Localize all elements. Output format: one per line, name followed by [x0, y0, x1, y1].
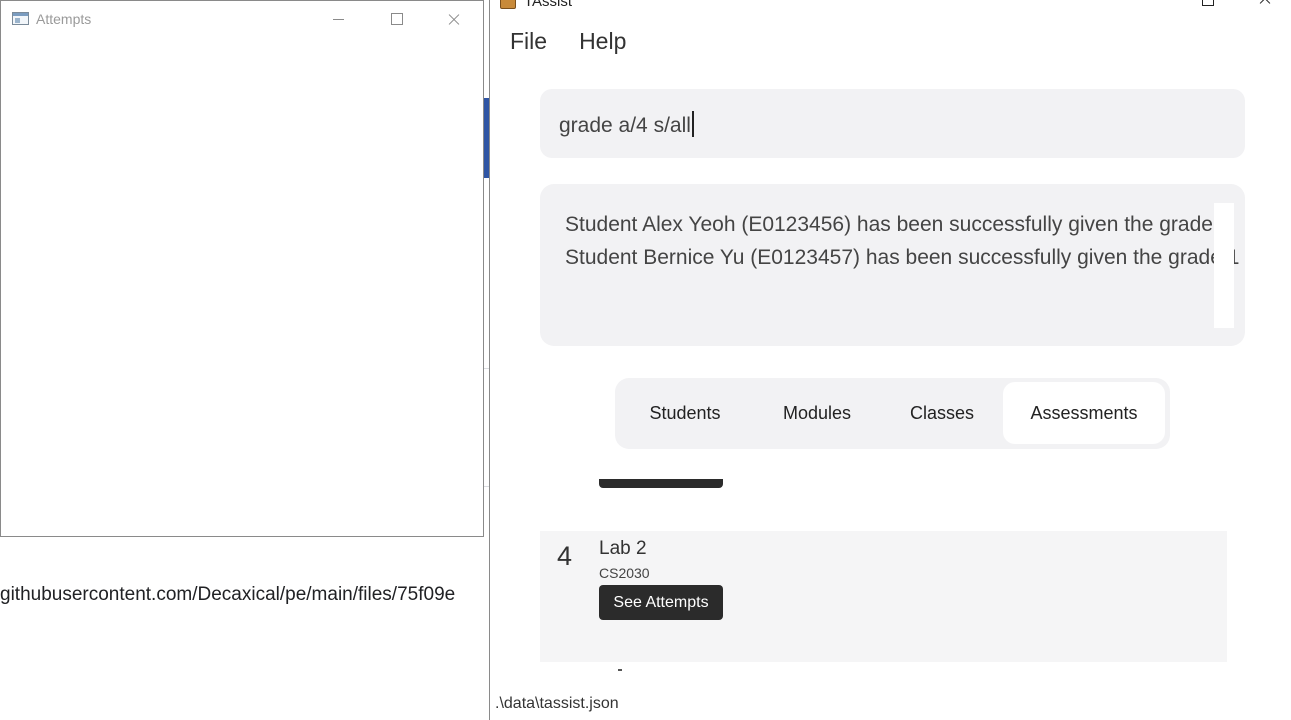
- close-icon[interactable]: [1242, 0, 1288, 12]
- next-card-edge: [618, 669, 622, 671]
- minimize-icon[interactable]: [315, 1, 361, 37]
- assessment-list[interactable]: 4 Lab 2 CS2030 See Attempts: [490, 451, 1291, 671]
- status-bar-path: .\data\tassist.json: [495, 695, 619, 712]
- assessment-card: 4 Lab 2 CS2030 See Attempts: [540, 531, 1227, 662]
- tassist-window: TAssist File Help grade a/4 s/all Student…: [489, 0, 1291, 720]
- tassist-window-title: TAssist: [524, 0, 573, 10]
- result-scrollbar[interactable]: [1214, 203, 1234, 328]
- command-input-text: grade a/4 s/all: [559, 111, 694, 138]
- command-input[interactable]: grade a/4 s/all: [540, 89, 1245, 158]
- menu-help[interactable]: Help: [569, 28, 626, 55]
- background-url-text[interactable]: githubusercontent.com/Decaxical/pe/main/…: [0, 584, 490, 610]
- tab-students[interactable]: Students: [629, 382, 741, 444]
- menu-bar: File Help: [500, 28, 648, 58]
- result-line: Student Bernice Yu (E0123457) has been s…: [565, 246, 1240, 269]
- tab-classes[interactable]: Classes: [895, 382, 989, 444]
- assessment-module: CS2030: [599, 565, 650, 581]
- minimize-icon[interactable]: [1125, 0, 1171, 12]
- tassist-titlebar[interactable]: TAssist: [490, 0, 1291, 12]
- attempts-titlebar[interactable]: Attempts: [1, 1, 483, 37]
- attempts-window-title: Attempts: [36, 11, 92, 27]
- text-caret: [691, 111, 694, 137]
- result-line: Student Alex Yeoh (E0123456) has been su…: [565, 213, 1231, 236]
- tab-assessments[interactable]: Assessments: [1003, 382, 1165, 444]
- assessment-index: 4: [557, 541, 573, 571]
- tassist-app-icon: [500, 0, 516, 9]
- tab-modules[interactable]: Modules: [761, 382, 873, 444]
- result-display: Student Alex Yeoh (E0123456) has been su…: [540, 184, 1245, 346]
- assessment-name: Lab 2: [599, 538, 647, 559]
- maximize-icon[interactable]: [373, 1, 419, 37]
- see-attempts-button[interactable]: See Attempts: [599, 585, 723, 620]
- menu-file[interactable]: File: [500, 28, 547, 55]
- see-attempts-button[interactable]: [599, 479, 723, 488]
- maximize-icon[interactable]: [1184, 0, 1230, 12]
- close-icon[interactable]: [431, 1, 477, 37]
- window-app-icon: [12, 12, 29, 25]
- attempts-window: Attempts: [0, 0, 484, 537]
- tab-bar: Students Modules Classes Assessments: [615, 378, 1170, 449]
